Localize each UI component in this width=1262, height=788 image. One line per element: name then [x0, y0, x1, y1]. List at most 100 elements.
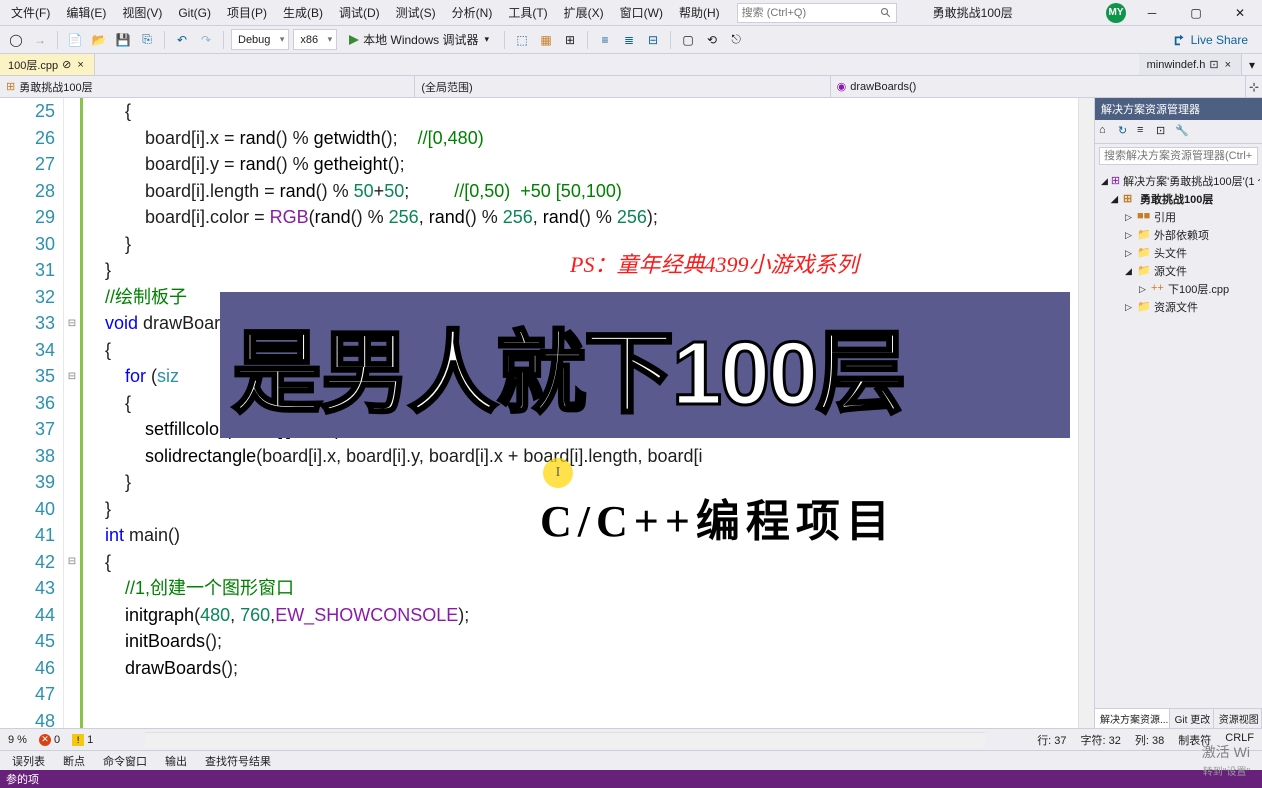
menu-item[interactable]: 分析(N) [445, 1, 500, 24]
tool-icon-3[interactable]: ⊞ [560, 30, 580, 50]
undo-icon[interactable]: ↶ [172, 30, 192, 50]
doc-tab-active[interactable]: 100层.cpp ⊘ × [0, 54, 95, 75]
tree-item[interactable]: ◢📁源文件 [1097, 262, 1260, 280]
menu-item[interactable]: 文件(F) [4, 1, 57, 24]
tab-close-icon[interactable]: × [1223, 59, 1233, 71]
menu-item[interactable]: 工具(T) [501, 1, 554, 24]
search-input[interactable] [742, 7, 872, 19]
fold-column[interactable]: ⊟⊟⊟ [64, 98, 80, 728]
bottom-tab[interactable]: 查找符号结果 [197, 751, 279, 771]
home-icon[interactable]: ⌂ [1099, 124, 1115, 140]
show-all-icon[interactable]: ⊡ [1156, 124, 1172, 140]
nav-split-icon[interactable]: ⊹ [1246, 76, 1262, 97]
nav-fwd-icon[interactable]: → [30, 30, 50, 50]
save-all-icon[interactable]: ⎘ [137, 30, 157, 50]
bottom-tab[interactable]: 命令窗口 [95, 751, 155, 771]
solution-tree[interactable]: ◢⊞解决方案'勇敢挑战100层'(1 个项 ◢⊞勇敢挑战100层 ▷■■引用▷📁… [1095, 168, 1262, 320]
bottom-tab[interactable]: 输出 [157, 751, 195, 771]
step-icon-2[interactable]: ≣ [619, 30, 639, 50]
redo-icon[interactable]: ↷ [196, 30, 216, 50]
project-node[interactable]: ◢⊞勇敢挑战100层 [1097, 190, 1260, 208]
sync-icon[interactable]: ↻ [1118, 124, 1134, 140]
menu-item[interactable]: 窗口(W) [613, 1, 670, 24]
step-icon-3[interactable]: ⊟ [643, 30, 663, 50]
live-share-icon [1173, 33, 1187, 47]
menu-item[interactable]: 帮助(H) [672, 1, 727, 24]
platform-combo[interactable]: x86 [293, 29, 337, 50]
maximize-button[interactable]: ▢ [1178, 3, 1214, 23]
warning-icon: ! [72, 734, 84, 746]
status-char[interactable]: 字符: 32 [1081, 732, 1121, 748]
menu-item[interactable]: 生成(B) [276, 1, 330, 24]
zoom-level[interactable]: 9 % [8, 734, 27, 746]
vertical-scrollbar[interactable] [1078, 98, 1094, 728]
tab-close-icon[interactable]: × [75, 59, 85, 71]
tab-label: minwindef.h [1147, 59, 1206, 71]
run-label: 本地 Windows 调试器 [363, 31, 478, 48]
save-icon[interactable]: 💾 [113, 30, 133, 50]
close-button[interactable]: ✕ [1222, 3, 1258, 23]
bottom-panel-tabs: 误列表断点命令窗口输出查找符号结果 [0, 750, 1262, 770]
overlay-subtitle-red: PS：童年经典4399小游戏系列 [570, 247, 858, 279]
props-icon[interactable]: 🔧 [1175, 124, 1191, 140]
nav-scope-combo[interactable]: (全局范围) [415, 76, 830, 97]
new-file-icon[interactable]: 📄 [65, 30, 85, 50]
solution-explorer: 解决方案资源管理器 ⌂ ↻ ≡ ⊡ 🔧 ◢⊞解决方案'勇敢挑战100层'(1 个… [1094, 98, 1262, 728]
menu-item[interactable]: 编辑(E) [59, 1, 113, 24]
nav-project-combo[interactable]: ⊞勇敢挑战100层 [0, 76, 415, 97]
solution-explorer-title: 解决方案资源管理器 [1095, 98, 1262, 120]
tool-icon-5[interactable]: ⟲ [702, 30, 722, 50]
tool-icon-4[interactable]: ▢ [678, 30, 698, 50]
nav-member-combo[interactable]: ◉drawBoards() [831, 76, 1246, 97]
tab-keep-icon[interactable]: ⊡ [1209, 58, 1218, 71]
tab-pin-icon[interactable]: ⊘ [62, 58, 71, 71]
tool-icon-6[interactable]: ⎋ [726, 30, 746, 50]
document-tab-strip: 100层.cpp ⊘ × minwindef.h ⊡ × ▾ [0, 54, 1262, 76]
status-encoding[interactable]: CRLF [1225, 732, 1254, 748]
menu-item[interactable]: 测试(S) [389, 1, 443, 24]
bottom-tab[interactable]: 误列表 [4, 751, 53, 771]
bottom-tab[interactable]: 断点 [55, 751, 93, 771]
tree-item[interactable]: ▷■■引用 [1097, 208, 1260, 226]
status-line[interactable]: 行: 37 [1037, 732, 1066, 748]
user-avatar[interactable]: MY [1106, 3, 1126, 23]
menu-bar: 文件(F)编辑(E)视图(V)Git(G)项目(P)生成(B)调试(D)测试(S… [0, 0, 1262, 26]
menu-item[interactable]: 视图(V) [115, 1, 169, 24]
config-combo[interactable]: Debug [231, 29, 289, 50]
sb-tab-solution[interactable]: 解决方案资源... [1095, 709, 1170, 728]
tool-icon-1[interactable]: ⬚ [512, 30, 532, 50]
run-button[interactable]: 本地 Windows 调试器 ▾ [341, 29, 497, 50]
solution-search-input[interactable] [1099, 147, 1258, 165]
tree-item[interactable]: ▷📁资源文件 [1097, 298, 1260, 316]
live-share-button[interactable]: Live Share [1165, 33, 1256, 47]
step-icon-1[interactable]: ≡ [595, 30, 615, 50]
menu-item[interactable]: 调试(D) [332, 1, 387, 24]
tab-label: 100层.cpp [8, 57, 58, 73]
sb-tab-git[interactable]: Git 更改 [1170, 709, 1214, 728]
search-icon [880, 7, 892, 19]
minimize-button[interactable]: ─ [1134, 3, 1170, 23]
cursor-highlight: I [543, 458, 573, 488]
solution-root[interactable]: ◢⊞解决方案'勇敢挑战100层'(1 个项 [1097, 172, 1260, 190]
tool-icon-2[interactable]: ▦ [536, 30, 556, 50]
tree-item[interactable]: ▷📁头文件 [1097, 244, 1260, 262]
tree-item[interactable]: ▷++下100层.cpp [1097, 280, 1260, 298]
sidebar-tabs: 解决方案资源... Git 更改 资源视图 [1095, 708, 1262, 728]
status-col[interactable]: 列: 38 [1135, 732, 1164, 748]
sb-tab-resource[interactable]: 资源视图 [1214, 709, 1262, 728]
menu-item[interactable]: 扩展(X) [557, 1, 611, 24]
tab-overflow-icon[interactable]: ▾ [1242, 54, 1262, 75]
error-count[interactable]: ✕0 [39, 734, 60, 746]
collapse-icon[interactable]: ≡ [1137, 124, 1153, 140]
nav-back-icon[interactable]: ◯ [6, 30, 26, 50]
horizontal-scrollbar[interactable] [145, 732, 985, 748]
status-bar: 9 % ✕0 !1 行: 37 字符: 32 列: 38 制表符 CRLF [0, 728, 1262, 750]
warning-count[interactable]: !1 [72, 734, 93, 746]
doc-tab-preview[interactable]: minwindef.h ⊡ × [1139, 54, 1242, 75]
menu-item[interactable]: 项目(P) [220, 1, 274, 24]
open-icon[interactable]: 📂 [89, 30, 109, 50]
status-tabs[interactable]: 制表符 [1178, 732, 1211, 748]
menu-item[interactable]: Git(G) [171, 3, 218, 23]
quick-search-box[interactable] [737, 3, 897, 23]
tree-item[interactable]: ▷📁外部依赖项 [1097, 226, 1260, 244]
